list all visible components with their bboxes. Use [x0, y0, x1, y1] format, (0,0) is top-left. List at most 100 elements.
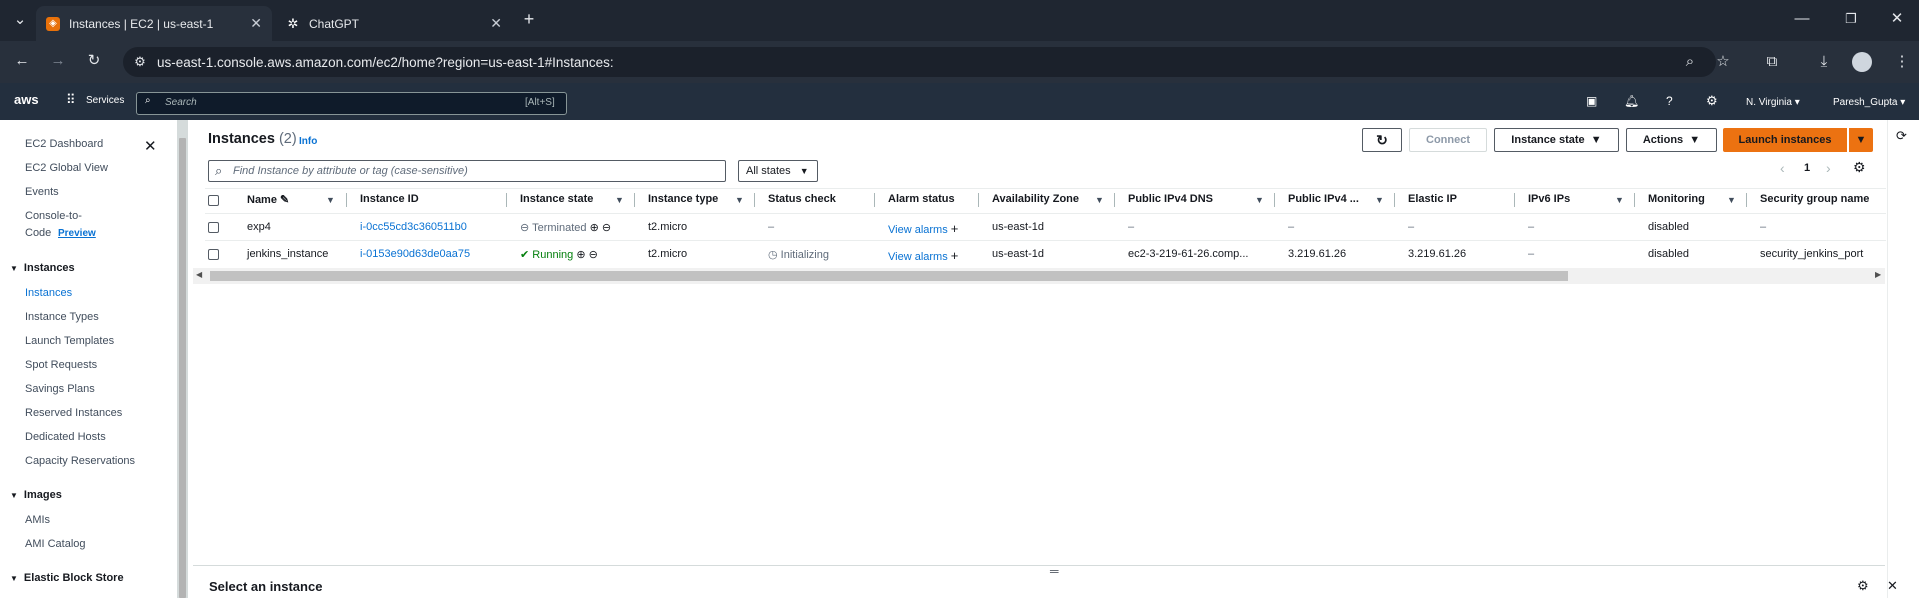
prev-page-icon[interactable]: ‹ — [1780, 160, 1785, 176]
sidebar-item-events[interactable]: Events — [25, 186, 59, 198]
help-icon[interactable]: ? — [1666, 94, 1673, 108]
sidebar-section-images[interactable]: ▼ Images — [10, 489, 62, 501]
sidebar-item-savings-plans[interactable]: Savings Plans — [25, 383, 95, 395]
cell-public-ipv4[interactable]: 3.219.61.26 — [1288, 248, 1346, 260]
close-sidebar-icon[interactable]: ✕ — [144, 137, 157, 155]
scroll-left-icon[interactable]: ◀ — [196, 270, 202, 279]
add-alarm-icon[interactable]: + — [951, 248, 959, 263]
region-selector[interactable]: N. Virginia ▾ — [1746, 97, 1800, 108]
col-availability-zone[interactable]: Availability Zone — [992, 193, 1079, 205]
add-alarm-icon[interactable]: + — [951, 221, 959, 236]
cell-elastic-ip[interactable]: 3.219.61.26 — [1408, 248, 1466, 260]
zoom-out-icon[interactable]: ⊖ — [602, 222, 611, 234]
sidebar-item-instance-types[interactable]: Instance Types — [25, 311, 99, 323]
services-menu[interactable]: Services — [86, 95, 124, 106]
sidebar-item-spot-requests[interactable]: Spot Requests — [25, 359, 97, 371]
column-divider[interactable] — [754, 193, 755, 207]
page-number[interactable]: 1 — [1804, 162, 1810, 174]
panel-settings-gear-icon[interactable]: ⚙ — [1857, 578, 1869, 594]
column-divider[interactable] — [978, 193, 979, 207]
sidebar-item-launch-templates[interactable]: Launch Templates — [25, 335, 114, 347]
sort-icon[interactable]: ▼ — [1727, 195, 1736, 205]
zoom-icon[interactable]: ⌕ — [1679, 52, 1701, 72]
sidebar-item-instances[interactable]: Instances — [25, 287, 72, 299]
column-divider[interactable] — [346, 193, 347, 207]
sidebar-section-instances[interactable]: ▼ Instances — [10, 262, 75, 274]
row-checkbox[interactable] — [208, 222, 219, 233]
zoom-in-icon[interactable]: ⊕ — [590, 222, 599, 234]
sidebar-section-ebs[interactable]: ▼ Elastic Block Store — [10, 572, 124, 584]
col-public-dns[interactable]: Public IPv4 DNS — [1128, 193, 1213, 205]
aws-logo[interactable]: aws — [14, 92, 39, 107]
forward-icon[interactable]: → — [47, 51, 69, 71]
sidebar-item-global-view[interactable]: EC2 Global View — [25, 162, 108, 174]
sort-icon[interactable]: ▼ — [326, 195, 335, 205]
launch-instances-button[interactable]: Launch instances — [1723, 128, 1847, 152]
zoom-out-icon[interactable]: ⊖ — [589, 249, 598, 261]
sidebar-item-code[interactable]: Code — [25, 227, 51, 239]
sidebar-item-amis[interactable]: AMIs — [25, 514, 50, 526]
notifications-bell-icon[interactable]: 🔔︎ — [1624, 94, 1639, 108]
close-tab-icon[interactable]: ✕ — [250, 15, 262, 32]
tab-chatgpt[interactable]: ✲ ChatGPT ✕ — [276, 6, 512, 41]
col-public-ipv4[interactable]: Public IPv4 ... — [1288, 193, 1359, 205]
reload-icon[interactable]: ↻ — [83, 51, 105, 71]
apps-grid-icon[interactable]: ⠿ — [66, 92, 76, 108]
preferences-gear-icon[interactable]: ⚙ — [1853, 159, 1866, 176]
scroll-right-icon[interactable]: ▶ — [1875, 270, 1881, 279]
connect-button[interactable]: Connect — [1409, 128, 1487, 152]
restore-icon[interactable]: ❐ — [1840, 9, 1862, 29]
new-tab-icon[interactable]: + — [518, 9, 540, 29]
sidebar-item-reserved-instances[interactable]: Reserved Instances — [25, 407, 122, 419]
column-divider[interactable] — [1634, 193, 1635, 207]
tab-search-icon[interactable]: ⌄ — [9, 10, 31, 30]
sidebar-item-capacity-reservations[interactable]: Capacity Reservations — [25, 455, 135, 467]
tab-ec2-instances[interactable]: ◈ Instances | EC2 | us-east-1 ✕ — [36, 6, 272, 41]
column-divider[interactable] — [634, 193, 635, 207]
back-icon[interactable]: ← — [11, 51, 33, 71]
browser-menu-icon[interactable]: ⋮ — [1891, 52, 1913, 72]
sort-icon[interactable]: ▼ — [1255, 195, 1264, 205]
extensions-icon[interactable]: ⧉ — [1761, 52, 1783, 72]
close-tab-icon[interactable]: ✕ — [490, 15, 502, 32]
sidebar-item-dedicated-hosts[interactable]: Dedicated Hosts — [25, 431, 106, 443]
select-all-checkbox[interactable] — [208, 195, 219, 206]
sort-icon[interactable]: ▼ — [1615, 195, 1624, 205]
profile-avatar[interactable] — [1852, 52, 1872, 72]
sort-icon[interactable]: ▼ — [1095, 195, 1104, 205]
column-divider[interactable] — [874, 193, 875, 207]
sort-icon[interactable]: ▼ — [735, 195, 744, 205]
col-elastic-ip[interactable]: Elastic IP — [1408, 193, 1457, 205]
col-security-group[interactable]: Security group name — [1760, 193, 1869, 205]
cloudshell-icon[interactable]: ▣ — [1586, 94, 1597, 108]
cell-public-dns[interactable]: ec2-3-219-61-26.comp... — [1128, 248, 1248, 260]
close-panel-icon[interactable]: ✕ — [1887, 578, 1898, 594]
col-name[interactable]: Name ✎ — [247, 193, 289, 206]
col-instance-id[interactable]: Instance ID — [360, 193, 419, 205]
preview-badge[interactable]: Preview — [58, 228, 96, 239]
cell-alarm-status[interactable]: View alarms + — [888, 248, 958, 263]
col-ipv6[interactable]: IPv6 IPs — [1528, 193, 1570, 205]
column-divider[interactable] — [1394, 193, 1395, 207]
column-divider[interactable] — [1274, 193, 1275, 207]
utility-panel-icon[interactable]: ⟳ — [1896, 128, 1907, 144]
sidebar-scroll-thumb[interactable] — [179, 138, 186, 598]
column-divider[interactable] — [1746, 193, 1747, 207]
cell-instance-id[interactable]: i-0153e90d63de0aa75 — [360, 248, 470, 260]
sort-icon[interactable]: ▼ — [1375, 195, 1384, 205]
minimize-icon[interactable]: — — [1791, 9, 1813, 29]
view-alarms-link[interactable]: View alarms — [888, 251, 948, 263]
sidebar-item-ec2-dashboard[interactable]: EC2 Dashboard — [25, 138, 103, 150]
instance-state-dropdown[interactable]: Instance state ▼ — [1494, 128, 1619, 152]
url-text[interactable]: us-east-1.console.aws.amazon.com/ec2/hom… — [157, 55, 614, 70]
site-info-icon[interactable]: ⚙ — [129, 52, 151, 72]
close-window-icon[interactable]: ✕ — [1886, 9, 1908, 29]
col-instance-type[interactable]: Instance type — [648, 193, 718, 205]
next-page-icon[interactable]: › — [1826, 160, 1831, 176]
launch-options-dropdown[interactable]: ▼ — [1849, 128, 1873, 152]
info-link[interactable]: Info — [299, 136, 317, 147]
bookmark-star-icon[interactable]: ☆ — [1712, 52, 1734, 72]
col-monitoring[interactable]: Monitoring — [1648, 193, 1705, 205]
column-divider[interactable] — [506, 193, 507, 207]
refresh-button[interactable]: ↻ — [1362, 128, 1402, 152]
